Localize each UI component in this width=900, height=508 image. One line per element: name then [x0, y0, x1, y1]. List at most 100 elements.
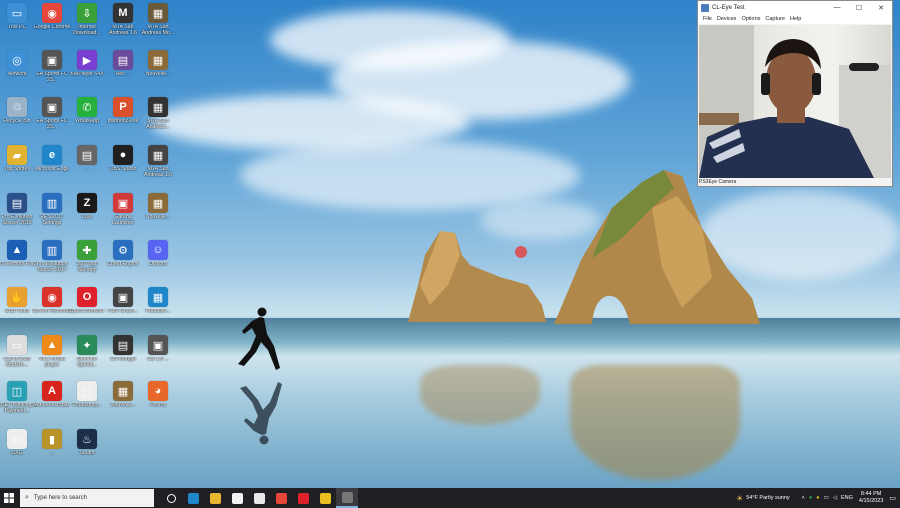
desktop-icon[interactable]: ♨ Steam — [70, 429, 104, 475]
desktop-icon[interactable]: ▥ Pro Evolution Soccer 2017 — [35, 240, 69, 286]
desktop-icon[interactable]: ◉ Google Chrome — [34, 3, 70, 49]
taskbar-app-zula[interactable] — [314, 488, 336, 508]
desktop-icon[interactable]: ▦ MTA San Andreas... — [141, 97, 175, 143]
desktop-icon-label: Steam — [79, 451, 95, 456]
maximize-button[interactable]: ☐ — [848, 4, 870, 12]
taskbar-app-mail[interactable] — [248, 488, 270, 508]
camera-feed — [699, 25, 891, 178]
cl-eye-window[interactable]: CL-Eye Test — ☐ ✕ File Devices Options C… — [697, 0, 893, 187]
desktop-icon[interactable]: ▢ Photoshop... — [70, 381, 104, 427]
desktop-icon[interactable]: ⚙ Cheat Engine — [106, 240, 140, 286]
sea-rock-right — [554, 170, 760, 324]
taskbar-app-file-explorer[interactable] — [204, 488, 226, 508]
menu-capture[interactable]: Capture — [765, 16, 785, 22]
window-titlebar[interactable]: CL-Eye Test — ☐ ✕ — [698, 1, 892, 14]
desktop-icon[interactable]: ▤... — [70, 145, 104, 191]
taskbar-app-cl-eye[interactable] — [336, 488, 358, 508]
desktop-icon[interactable]: ▦ Nouvelle... — [106, 381, 140, 427]
desktop-icon-label: MTA San Andreas 1.6 — [144, 167, 172, 178]
cursor-highlight — [515, 246, 527, 258]
desktop-icon[interactable]: ▦ MTA San Andreas 1.6 — [141, 145, 175, 191]
desktop-icon[interactable]: ▦ Nouvelle... — [141, 193, 175, 239]
language-indicator[interactable]: ENG — [841, 495, 853, 501]
desktop-icon[interactable]: ⇩ Internet Download... — [70, 3, 104, 49]
close-button[interactable]: ✕ — [870, 4, 892, 12]
desktop-icon[interactable]: M MTA San Andreas 1.6 — [106, 3, 140, 49]
app-icon: ⇩ — [77, 3, 97, 23]
desktop-icon[interactable]: ▣ EA Sports FC 23... — [35, 50, 69, 96]
desktop-icon[interactable]: ▦ Nouvelle... — [141, 50, 175, 96]
menu-options[interactable]: Options — [741, 16, 760, 22]
app-icon: ▰ — [7, 145, 27, 165]
desktop-icon-label: MTA San Andreas... — [146, 119, 170, 130]
network-icon[interactable]: ▭ — [824, 495, 829, 501]
notification-icon[interactable]: ▭ — [889, 494, 896, 502]
desktop-icon[interactable]: ▭ DXG — [0, 429, 34, 475]
app-icon: ✦ — [77, 335, 97, 355]
desktop-icon[interactable]: ☺ Discord — [141, 240, 175, 286]
desktop-icon[interactable]: ◕ Firefox — [141, 381, 175, 427]
menu-help[interactable]: Help — [790, 16, 801, 22]
store-icon — [231, 492, 243, 504]
desktop-icon[interactable]: e Microsoft Edge — [35, 145, 69, 191]
rock-reflection — [570, 365, 740, 480]
tray-app-icon[interactable]: ● — [809, 495, 812, 501]
desktop-icon[interactable]: ✆ WhatsApp — [70, 97, 104, 143]
menu-file[interactable]: File — [703, 16, 712, 22]
desktop-icon[interactable]: ✦ Need for Speed... — [70, 335, 104, 381]
desktop-icon[interactable]: ▤ Rec ... — [106, 50, 140, 96]
clock[interactable]: 8:44 PM 4/15/2023 — [859, 491, 883, 505]
desktop-icon[interactable]: ▲ PS Remote Play — [0, 240, 36, 286]
desktop-icon[interactable]: Ppsiphon3.exe — [106, 97, 140, 143]
desktop-icon[interactable]: ▭ This PC — [0, 3, 34, 49]
app-icon: A — [42, 381, 62, 401]
desktop-icon[interactable]: ◉ Screen Recorder — [32, 287, 72, 333]
desktop-icon-label: Photoshop... — [72, 403, 102, 408]
desktop-icon[interactable]: ▦ Paradise... — [141, 287, 175, 333]
desktop-icon[interactable]: ▥ PES 2017 Settings — [35, 193, 69, 239]
desktop-icon[interactable]: ▶ KMPlayer 64X — [70, 50, 104, 96]
menu-devices[interactable]: Devices — [717, 16, 737, 22]
tray-app-icon[interactable]: ● — [816, 495, 819, 501]
taskbar-search-box[interactable]: ⌕ Type here to search — [20, 489, 154, 507]
desktop-icon[interactable]: ▤ Pro Evolution Soccer 2019 — [0, 193, 34, 239]
weather-widget[interactable]: 54°F Partly sunny — [746, 495, 789, 501]
taskbar-app-opera[interactable] — [292, 488, 314, 508]
taskbar-app-task-view[interactable] — [160, 488, 182, 508]
taskbar-app-chrome[interactable] — [270, 488, 292, 508]
app-icon: ▣ — [113, 193, 133, 213]
desktop-icon[interactable]: A Adobe Acrobat — [35, 381, 69, 427]
desktop-icon[interactable]: ▲ VLC media player — [35, 335, 69, 381]
app-icon: ☺ — [148, 240, 168, 260]
desktop-icon[interactable]: ▦ MTA San Andreas Mo... — [141, 3, 175, 49]
desktop-icon[interactable]: ▣ CS 1.6 ... — [141, 335, 175, 381]
desktop-icon[interactable]: ▮... — [35, 429, 69, 475]
desktop-icon[interactable]: ▣ Pure Crack... — [106, 287, 140, 333]
taskbar-app-store[interactable] — [226, 488, 248, 508]
desktop-icon-label: WhatsApp — [75, 119, 99, 124]
desktop-icon-label: Adobe Acrobat — [34, 403, 70, 408]
desktop-icon[interactable]: ◎ Network — [0, 50, 34, 96]
taskbar-app-edge[interactable] — [182, 488, 204, 508]
desktop-icon[interactable]: Z Zula — [70, 193, 104, 239]
desktop-icon[interactable]: ✚ 360 Total Security — [70, 240, 104, 286]
tray-overflow-icon[interactable]: ˄ — [802, 495, 805, 501]
desktop-icon[interactable]: ◫ ESET Banking & Payment... — [0, 381, 36, 427]
desktop-icon[interactable]: ▣ Garena Launcher — [106, 193, 140, 239]
desktop-icon[interactable]: ▤ CS Mongol — [106, 335, 140, 381]
volume-icon[interactable]: ◁ — [833, 495, 837, 501]
desktop-icon[interactable]: ▣ EA Sports FC 23... — [35, 97, 69, 143]
desktop-icon[interactable]: ✋ ESB Tools — [0, 287, 34, 333]
desktop[interactable]: ▭ This PC ◉ Google Chrome ⇩ Internet Download… — [0, 0, 900, 508]
desktop-icon[interactable]: ▰ Top Sprites — [0, 145, 34, 191]
desktop-icon[interactable]: ♲ Recycle Bin — [0, 97, 34, 143]
desktop-icon-label: OBS Studio — [109, 167, 137, 172]
app-icon: e — [42, 145, 62, 165]
desktop-icon[interactable]: ● OBS Studio — [106, 145, 140, 191]
minimize-button[interactable]: — — [826, 4, 848, 11]
start-button[interactable] — [0, 488, 18, 508]
app-icon: ▦ — [148, 3, 168, 23]
desktop-icon[interactable]: ▭ Call of Duty Modern... — [0, 335, 34, 381]
desktop-icon[interactable]: O Opera Browser — [70, 287, 104, 333]
app-icon: ▲ — [7, 240, 27, 260]
